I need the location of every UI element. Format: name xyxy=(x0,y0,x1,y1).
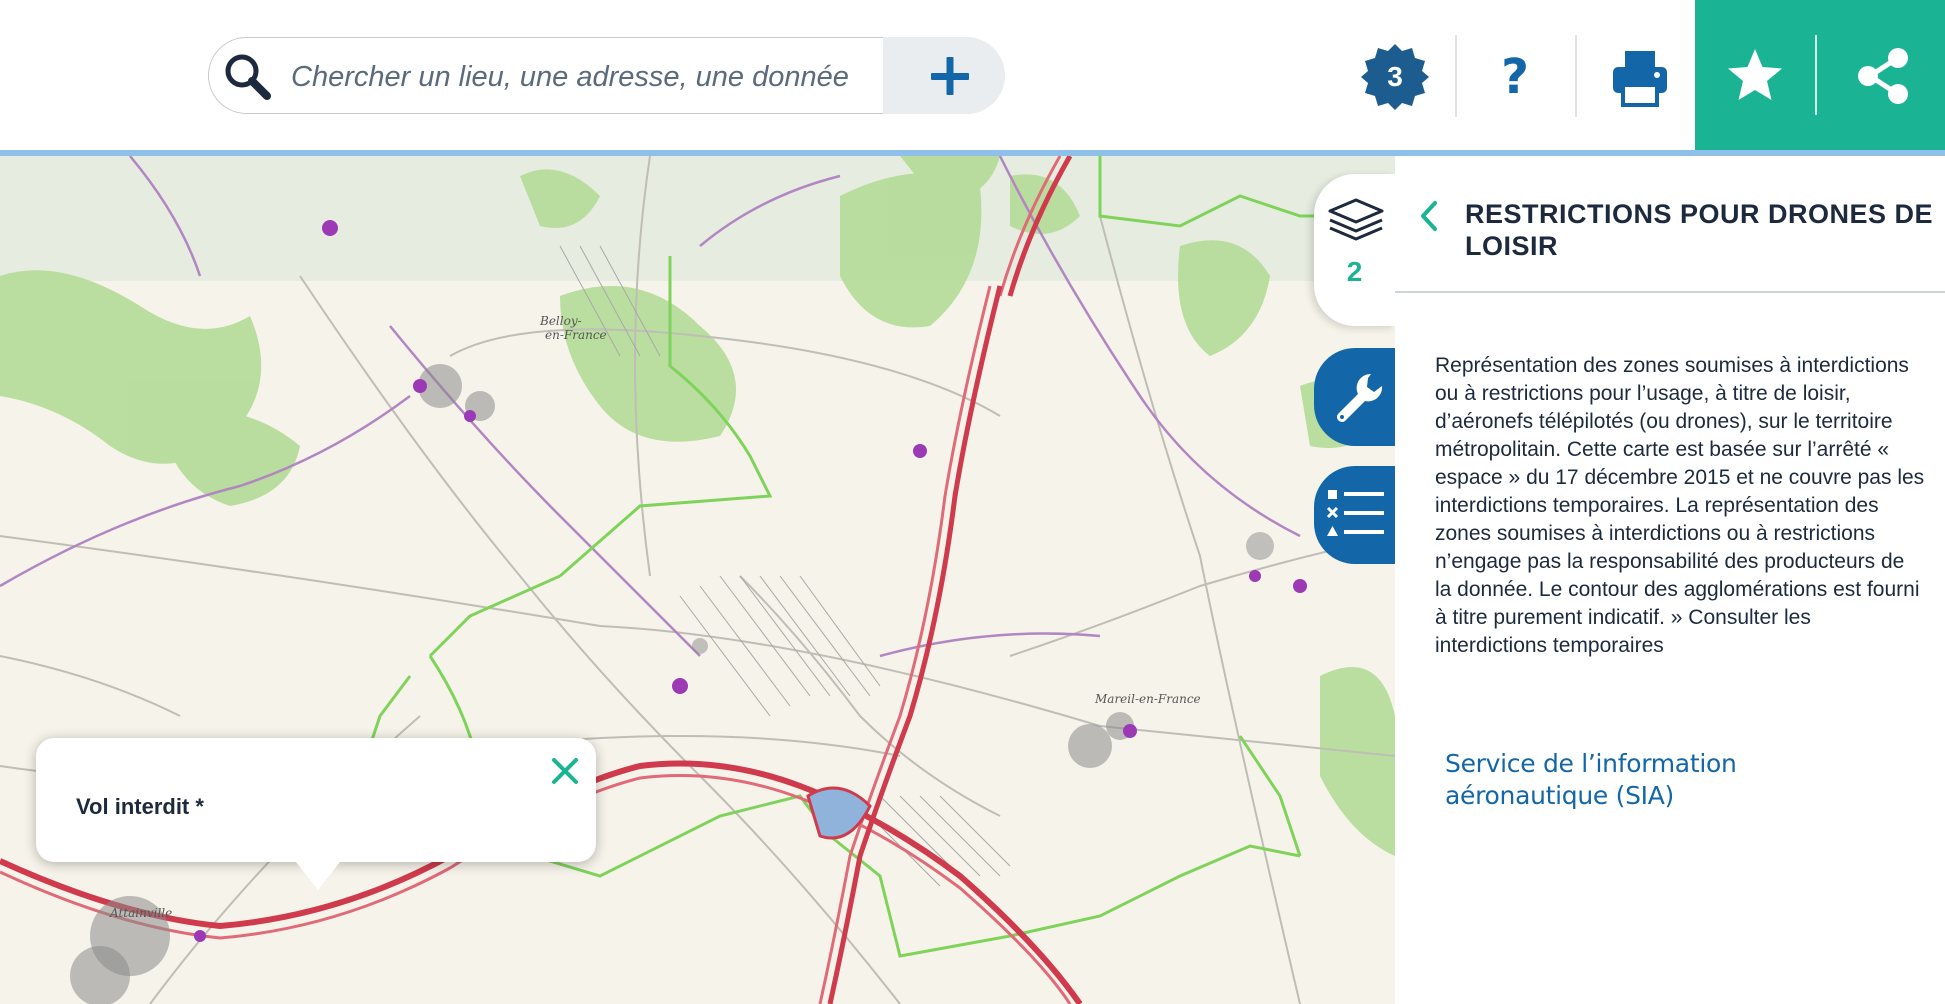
search-bar xyxy=(208,36,1005,117)
toolbar-divider xyxy=(1455,35,1457,117)
help-button[interactable]: ? xyxy=(1470,37,1560,117)
search-icon[interactable] xyxy=(221,50,275,104)
popup-pointer xyxy=(296,862,340,890)
panel-divider xyxy=(1395,291,1945,293)
map-tiles xyxy=(0,156,1395,1004)
layers-count: 2 xyxy=(1346,256,1363,287)
toolbar-divider xyxy=(1575,35,1577,117)
print-button[interactable] xyxy=(1595,37,1685,117)
badge-count: 3 xyxy=(1387,61,1403,92)
map-town-label: en-France xyxy=(545,328,607,342)
feature-popup: Vol interdit * xyxy=(36,738,596,890)
map-town-label: Belloy- xyxy=(540,314,582,328)
close-icon[interactable] xyxy=(548,754,582,788)
legend-tab[interactable] xyxy=(1314,466,1395,564)
favorite-button[interactable] xyxy=(1710,35,1800,115)
popup-title: Vol interdit * xyxy=(76,794,204,819)
selected-data-count-button[interactable]: 3 xyxy=(1360,42,1430,112)
map-town-label: Mareil-en-France xyxy=(1095,692,1201,706)
toolbar-divider xyxy=(1815,35,1817,115)
map-town-label: Attainville xyxy=(110,906,173,920)
add-data-button[interactable] xyxy=(882,36,1005,117)
tools-tab[interactable] xyxy=(1314,348,1395,446)
search-input[interactable] xyxy=(289,54,853,100)
top-toolbar: 3 ? xyxy=(0,0,1945,150)
share-icon xyxy=(1830,48,1930,119)
panel-title: RESTRICTIONS POUR DRONES DE LOISIR xyxy=(1465,199,1934,261)
star-icon xyxy=(1710,49,1800,119)
plus-icon xyxy=(883,56,1005,117)
source-link[interactable]: Service de l’information aéronautique (S… xyxy=(1445,748,1845,812)
layers-tab[interactable]: 2 xyxy=(1314,174,1395,326)
layer-info-panel: RESTRICTIONS POUR DRONES DE LOISIR Repré… xyxy=(1395,156,1945,1004)
map-canvas[interactable]: Belloy- en-France Mareil-en-France Attai… xyxy=(0,156,1395,1004)
chevron-left-icon[interactable] xyxy=(1411,198,1447,234)
print-icon xyxy=(1595,51,1685,121)
layer-description: Représentation des zones soumises à inte… xyxy=(1435,354,1925,657)
help-icon: ? xyxy=(1501,49,1529,105)
share-button[interactable] xyxy=(1830,35,1930,115)
